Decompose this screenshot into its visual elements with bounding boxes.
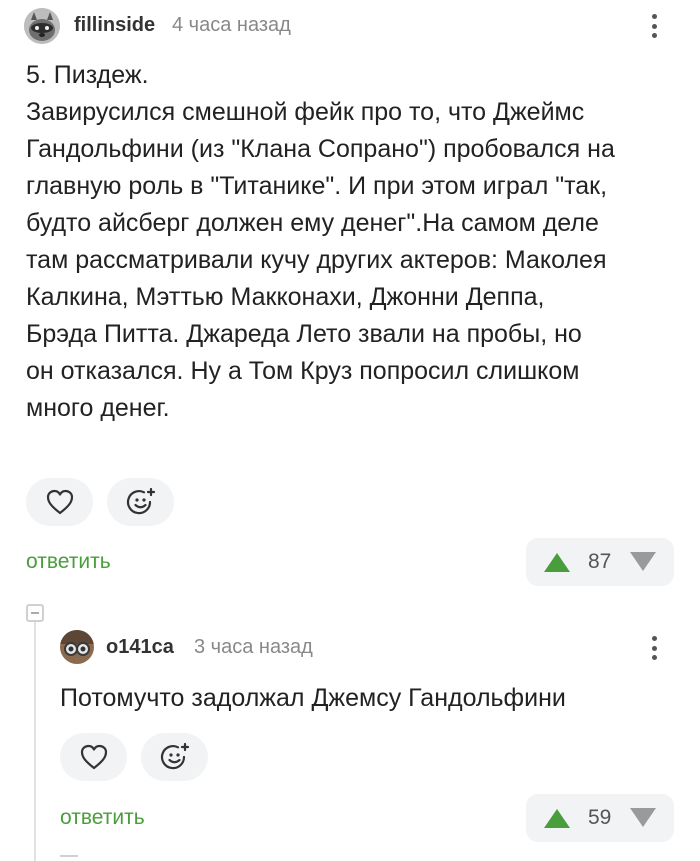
reply-like-button[interactable] [60, 733, 127, 781]
reply-rating-value: 59 [588, 806, 612, 829]
reply-reaction-button[interactable] [141, 733, 208, 781]
reply-avatar[interactable] [60, 630, 94, 664]
reaction-button[interactable] [107, 478, 174, 526]
reply-rating-widget: 59 [526, 794, 674, 842]
timestamp: 4 часа назад [172, 14, 291, 36]
heart-icon [80, 744, 107, 770]
reply-timestamp: 3 часа назад [194, 636, 313, 658]
avatar[interactable] [24, 8, 60, 44]
like-button[interactable] [26, 478, 93, 526]
reply-text: Потомучто задолжал Джемсу Гандольфини [60, 684, 566, 712]
reply-more-options-icon[interactable] [644, 630, 664, 666]
upvote-icon[interactable] [542, 551, 572, 573]
comment-text: 5. Пиздеж. Завирусился смешной фейк про … [26, 61, 615, 422]
rating-value: 87 [588, 550, 612, 573]
nested-thread-line [60, 855, 78, 861]
reply-username[interactable]: o141ca [106, 636, 174, 659]
downvote-icon[interactable] [628, 551, 658, 573]
reply-reply-button[interactable]: ответить [60, 806, 145, 830]
add-reaction-icon [160, 742, 189, 770]
raccoon-avatar-icon [24, 8, 60, 44]
downvote-icon[interactable] [628, 807, 658, 829]
binoculars-avatar-icon [60, 630, 94, 664]
upvote-icon[interactable] [542, 807, 572, 829]
add-reaction-icon [126, 487, 155, 515]
thread-line [34, 622, 36, 861]
collapse-thread-button[interactable] [26, 604, 44, 622]
rating-widget: 87 [526, 538, 674, 586]
username[interactable]: fillinside [74, 14, 155, 37]
heart-icon [46, 489, 73, 515]
reply-button[interactable]: ответить [26, 550, 111, 574]
more-options-icon[interactable] [644, 8, 664, 44]
